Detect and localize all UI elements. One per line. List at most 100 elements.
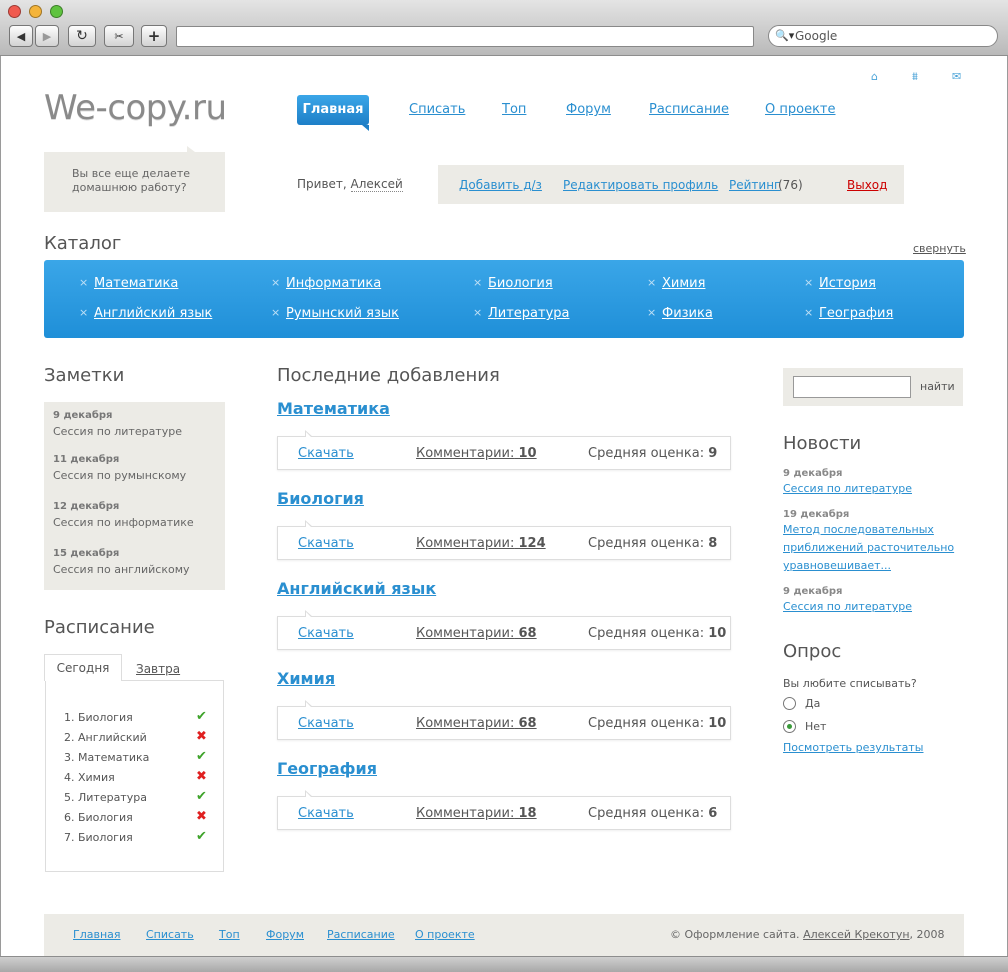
check-icon: ✔ (196, 709, 207, 724)
browser-search-placeholder: Google (795, 29, 838, 43)
comments-label: Комментарии: (416, 536, 515, 551)
news-link[interactable]: Сессия по литературе (783, 480, 912, 498)
note-date: 15 декабря (53, 548, 120, 559)
catalog-item[interactable]: Литература (473, 306, 569, 321)
copyright-year: , 2008 (909, 928, 945, 941)
recent-subject-link[interactable]: Химия (277, 669, 335, 688)
nav-forum[interactable]: Форум (566, 102, 611, 117)
schedule-item: 2. Английский (64, 731, 147, 744)
author-link[interactable]: Алексей Крекотун (803, 928, 909, 941)
footer-link-copy[interactable]: Списать (146, 928, 194, 941)
recent-item: Скачать Комментарии: 68 Средняя оценка: … (277, 610, 731, 650)
catalog-collapse-link[interactable]: свернуть (913, 242, 966, 255)
tab-tomorrow[interactable]: Завтра (136, 662, 180, 676)
nav-about[interactable]: О проекте (765, 102, 836, 117)
download-link[interactable]: Скачать (298, 626, 354, 641)
minimize-window-button[interactable] (29, 5, 42, 18)
forward-button[interactable]: ▶ (35, 25, 59, 47)
comments-label: Комментарии: (416, 626, 515, 641)
comments-link[interactable]: Комментарии: 68 (416, 626, 537, 641)
nav-copy[interactable]: Списать (409, 102, 465, 117)
site-logo[interactable]: We-copy.ru (44, 88, 227, 128)
user-name-link[interactable]: Алексей (350, 177, 403, 192)
nav-top[interactable]: Топ (502, 102, 526, 117)
site-search: найти (783, 368, 963, 406)
catalog-item[interactable]: Математика (79, 276, 178, 291)
reload-button[interactable]: ↻ (68, 25, 96, 47)
rating-label: Средняя оценка: (588, 446, 705, 461)
snippet-button[interactable]: ✂ (104, 25, 134, 47)
comments-link[interactable]: Комментарии: 10 (416, 446, 537, 461)
schedule-item: 4. Химия (64, 771, 115, 784)
recent-item: Скачать Комментарии: 68 Средняя оценка: … (277, 700, 731, 740)
catalog-item[interactable]: Информатика (271, 276, 381, 291)
logout-link[interactable]: Выход (847, 178, 887, 192)
recent-item: Скачать Комментарии: 10 Средняя оценка: … (277, 430, 731, 470)
close-window-button[interactable] (8, 5, 21, 18)
schedule-item: 3. Математика (64, 751, 150, 764)
poll-option-no-radio[interactable] (783, 720, 796, 733)
cross-icon: ✖ (196, 729, 207, 744)
address-bar[interactable] (176, 26, 754, 47)
catalog-item[interactable]: Физика (647, 306, 713, 321)
poll-title: Опрос (783, 641, 842, 662)
catalog-item[interactable]: Химия (647, 276, 706, 291)
news-link[interactable]: Сессия по литературе (783, 598, 912, 616)
footer-copyright: © Оформление сайта. Алексей Крекотун, 20… (670, 928, 945, 941)
recent-subject-link[interactable]: Английский язык (277, 579, 436, 598)
catalog-item[interactable]: Румынский язык (271, 306, 399, 321)
download-link[interactable]: Скачать (298, 446, 354, 461)
recent-subject-link[interactable]: География (277, 759, 377, 778)
note-text: Сессия по английскому (53, 563, 190, 576)
rating-label: Средняя оценка: (588, 716, 705, 731)
home-icon[interactable]: ⌂ (871, 70, 878, 83)
comments-link[interactable]: Комментарии: 18 (416, 806, 537, 821)
site-search-input[interactable] (793, 376, 911, 398)
recent-item: Скачать Комментарии: 18 Средняя оценка: … (277, 790, 731, 830)
zoom-window-button[interactable] (50, 5, 63, 18)
user-bar: Добавить д/з Редактировать профиль Рейти… (438, 165, 904, 204)
rating-value: 9 (708, 446, 718, 461)
download-link[interactable]: Скачать (298, 716, 354, 731)
schedule-item: 6. Биология (64, 811, 133, 824)
comments-link[interactable]: Комментарии: 124 (416, 536, 546, 551)
download-link[interactable]: Скачать (298, 536, 354, 551)
schedule-panel: 1. Биология ✔ 2. Английский ✖ 3. Математ… (45, 680, 224, 872)
site-search-button[interactable]: найти (920, 380, 955, 393)
footer-link-schedule[interactable]: Расписание (327, 928, 395, 941)
news-link[interactable]: Метод последовательных приближений расто… (783, 521, 959, 575)
back-button[interactable]: ◀ (9, 25, 33, 47)
window-border-left (0, 56, 1, 956)
nav-schedule[interactable]: Расписание (649, 102, 729, 117)
footer-link-about[interactable]: О проекте (415, 928, 475, 941)
browser-search-input[interactable]: 🔍▾ Google (768, 25, 998, 47)
sitemap-icon[interactable]: ⩩ (912, 70, 918, 84)
edit-profile-link[interactable]: Редактировать профиль (563, 178, 718, 192)
mail-icon[interactable]: ✉ (952, 70, 961, 83)
catalog-item[interactable]: Английский язык (79, 306, 212, 321)
nav-home[interactable]: Главная (297, 95, 369, 131)
rating-link[interactable]: Рейтинг (729, 178, 780, 192)
add-homework-link[interactable]: Добавить д/з (459, 178, 542, 192)
recent-subject-link[interactable]: Математика (277, 399, 390, 418)
poll-results-link[interactable]: Посмотреть результаты (783, 741, 924, 754)
news-title: Новости (783, 433, 862, 454)
comments-link[interactable]: Комментарии: 68 (416, 716, 537, 731)
catalog-item[interactable]: Биология (473, 276, 553, 291)
comments-count: 68 (518, 626, 537, 641)
catalog-item[interactable]: История (804, 276, 876, 291)
comments-count: 18 (518, 806, 537, 821)
notes-panel: 9 декабря Сессия по литературе 11 декабр… (44, 402, 225, 590)
comments-label: Комментарии: (416, 446, 515, 461)
check-icon: ✔ (196, 789, 207, 804)
footer-link-home[interactable]: Главная (73, 928, 121, 941)
download-link[interactable]: Скачать (298, 806, 354, 821)
greeting: Привет, Алексей (297, 177, 403, 192)
footer-link-forum[interactable]: Форум (266, 928, 304, 941)
new-tab-button[interactable]: + (141, 25, 167, 47)
catalog-item[interactable]: География (804, 306, 893, 321)
footer-link-top[interactable]: Топ (219, 928, 240, 941)
poll-option-yes-radio[interactable] (783, 697, 796, 710)
recent-subject-link[interactable]: Биология (277, 489, 364, 508)
tab-today[interactable]: Сегодня (44, 654, 122, 681)
